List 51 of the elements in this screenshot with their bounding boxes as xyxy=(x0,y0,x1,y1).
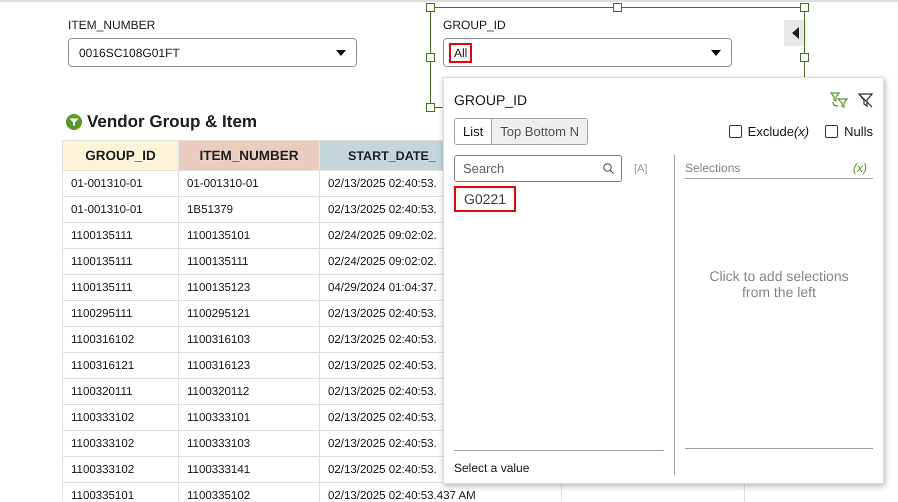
left-arrow-icon xyxy=(792,27,798,39)
selections-label: Selections xyxy=(685,161,740,175)
checkbox[interactable] xyxy=(728,125,742,138)
table-cell: 01-001310-01 xyxy=(62,196,178,222)
table-cell: 1100316123 xyxy=(178,352,320,378)
table-cell: 1100333141 xyxy=(178,456,320,482)
value-item[interactable]: G0221 xyxy=(454,186,516,212)
status-text: Select a value xyxy=(454,461,530,475)
dropdown-field[interactable]: 0016SC108G01FT xyxy=(68,38,357,67)
table-cell: 1100295121 xyxy=(178,300,320,326)
popup-title: GROUP_ID xyxy=(454,92,528,108)
table-cell: 1100135123 xyxy=(178,274,320,300)
table-cell: 1100320112 xyxy=(178,378,320,404)
search-icon xyxy=(603,163,614,174)
table-title: Vendor Group & Item xyxy=(87,112,258,132)
tab[interactable]: Top Bottom N xyxy=(491,119,587,144)
empty-message: Click to add selections from the left xyxy=(708,268,850,300)
filter-refresh-icon[interactable] xyxy=(830,92,848,108)
table-cell: 1100135111 xyxy=(62,222,178,248)
table-cell: 01-001310-01 xyxy=(62,170,178,196)
caret-icon xyxy=(711,50,721,56)
collapse-button[interactable] xyxy=(784,20,806,46)
checkbox[interactable] xyxy=(825,125,838,138)
search-field[interactable]: Search xyxy=(454,155,622,182)
table-cell: 1100335101 xyxy=(62,482,178,502)
dropdown-field[interactable]: All xyxy=(443,38,732,67)
table-cell: 1B51379 xyxy=(178,196,320,222)
table-cell: 1100135111 xyxy=(62,248,178,274)
table-cell: 1100333102 xyxy=(62,430,178,456)
column-header[interactable]: GROUP_ID xyxy=(62,140,178,170)
table-cell: 1100295111 xyxy=(62,300,178,326)
table-cell: 01-001310-01 xyxy=(178,170,320,196)
filter-label: ITEM_NUMBER xyxy=(68,18,156,32)
clear-filter-icon[interactable] xyxy=(858,92,873,108)
table-cell: 1100333102 xyxy=(62,456,178,482)
filter-icon xyxy=(66,114,82,130)
table-cell: 1100135111 xyxy=(178,248,320,274)
caret-icon xyxy=(336,50,346,56)
table-cell: 1100316102 xyxy=(62,326,178,352)
table-cell: 1100320111 xyxy=(62,378,178,404)
table-cell: 1100316121 xyxy=(62,352,178,378)
checkbox-label: Nulls xyxy=(844,124,873,139)
filter-label: GROUP_ID xyxy=(443,18,506,32)
table-cell: 1100333101 xyxy=(178,404,320,430)
table-cell: 1100135101 xyxy=(178,222,320,248)
column-header[interactable]: ITEM_NUMBER xyxy=(178,140,320,170)
table-cell: 1100135111 xyxy=(62,274,178,300)
checkbox-label: Exclude(x) xyxy=(748,124,810,139)
table-cell: 1100333103 xyxy=(178,430,320,456)
table-cell: 1100316103 xyxy=(178,326,320,352)
table-cell: 1100333102 xyxy=(62,404,178,430)
